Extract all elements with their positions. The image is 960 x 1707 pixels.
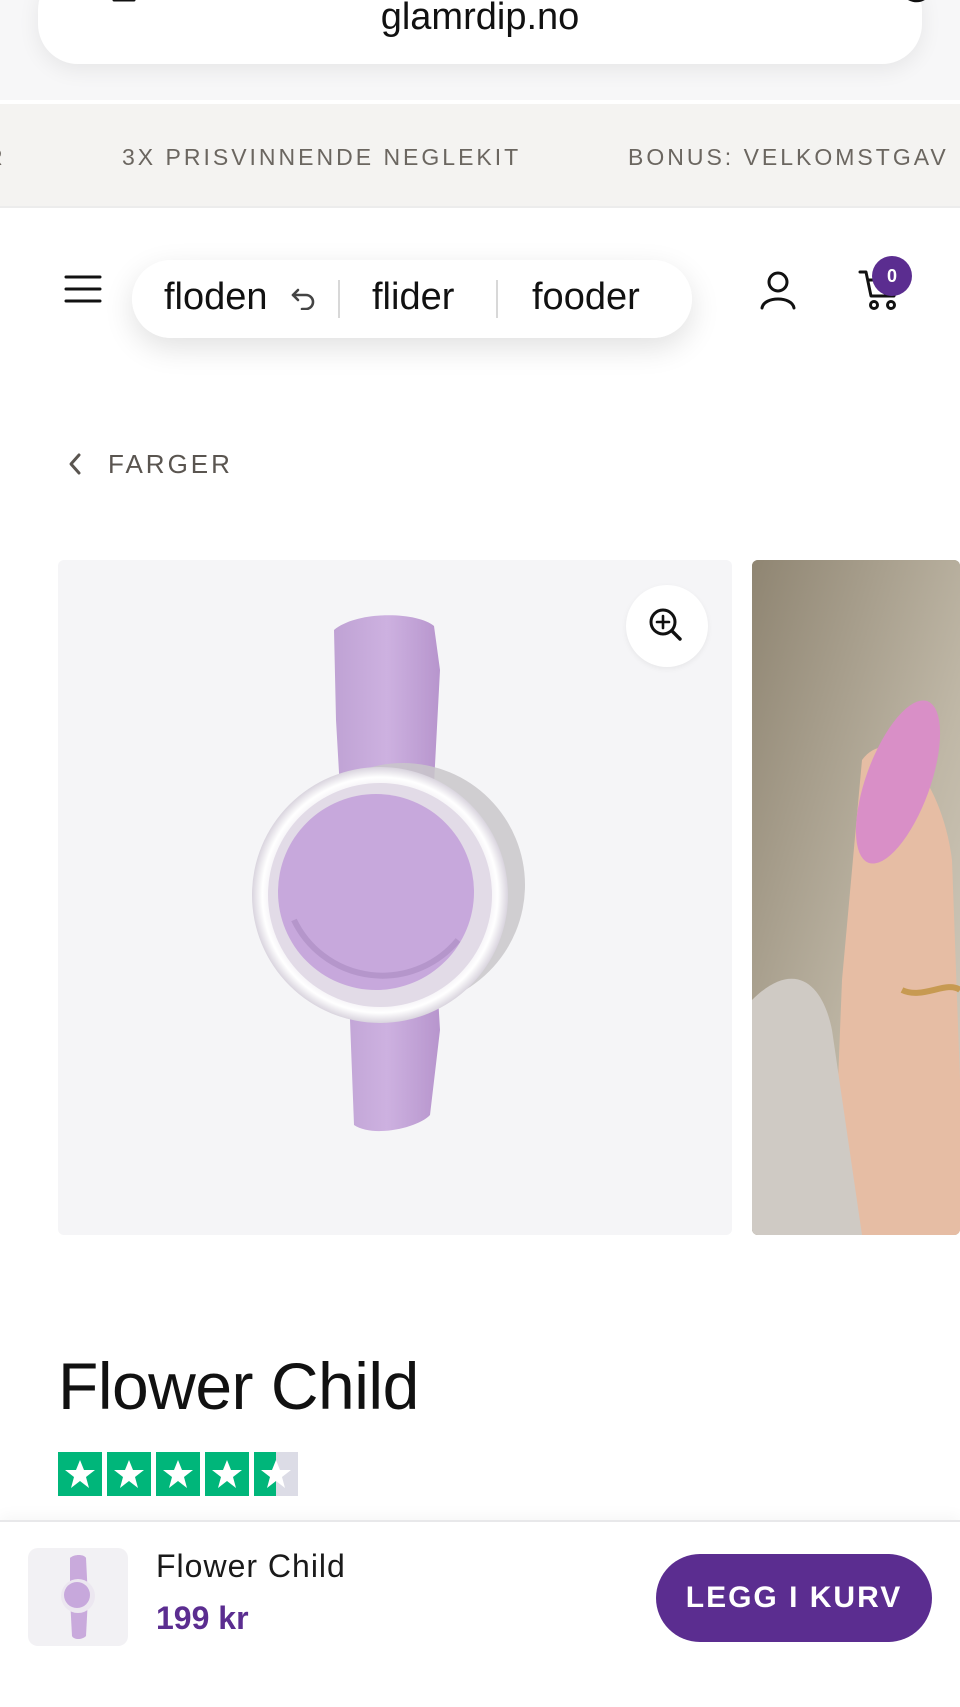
suggestion-word[interactable]: flider bbox=[372, 276, 454, 319]
suggestion-divider bbox=[338, 280, 340, 318]
sticky-add-to-cart-bar: Flower Child 199 kr LEGG I KURV bbox=[0, 1520, 960, 1707]
banner-fragment: R bbox=[0, 144, 6, 171]
trustpilot-rating bbox=[58, 1452, 298, 1496]
address-bar[interactable]: glamrdip.no bbox=[38, 0, 925, 64]
zoom-in-icon bbox=[649, 608, 682, 641]
hand-photo-illustration bbox=[752, 560, 960, 1235]
account-icon[interactable] bbox=[760, 270, 796, 310]
cart-count-badge[interactable]: 0 bbox=[872, 256, 912, 296]
half-star-icon bbox=[254, 1452, 298, 1496]
banner-item: BONUS: VELKOMSTGAV bbox=[628, 144, 949, 170]
url-text: glamrdip.no bbox=[380, 0, 580, 38]
star-icon bbox=[205, 1452, 249, 1496]
star-icon bbox=[107, 1452, 151, 1496]
add-to-cart-button[interactable]: LEGG I KURV bbox=[656, 1554, 932, 1642]
announcement-banner: R 3X PRISVINNENDE NEGLEKIT BONUS: VELKOM… bbox=[0, 104, 960, 208]
chevron-left-icon[interactable] bbox=[66, 452, 84, 476]
hamburger-menu-icon[interactable] bbox=[64, 274, 102, 304]
suggestion-divider bbox=[496, 280, 498, 318]
suggestion-word[interactable]: floden bbox=[164, 276, 268, 319]
breadcrumb-back-link[interactable]: FARGER bbox=[108, 449, 233, 480]
sticky-product-name: Flower Child bbox=[156, 1548, 346, 1584]
product-thumbnail bbox=[28, 1548, 128, 1646]
browser-toolbar: glamrdip.no bbox=[0, 0, 960, 100]
reload-icon[interactable] bbox=[896, 0, 936, 4]
star-icon bbox=[156, 1452, 200, 1496]
suggestion-word[interactable]: fooder bbox=[532, 276, 640, 319]
sticky-product-price: 199 kr bbox=[156, 1600, 249, 1636]
product-title: Flower Child bbox=[58, 1349, 419, 1423]
banner-item: 3X PRISVINNENDE NEGLEKIT bbox=[122, 144, 522, 170]
star-icon bbox=[58, 1452, 102, 1496]
text-suggestion-bar: floden flider fooder bbox=[132, 260, 692, 338]
undo-icon[interactable] bbox=[290, 286, 316, 310]
product-image-hand[interactable] bbox=[752, 560, 960, 1235]
zoom-button[interactable] bbox=[626, 585, 708, 667]
